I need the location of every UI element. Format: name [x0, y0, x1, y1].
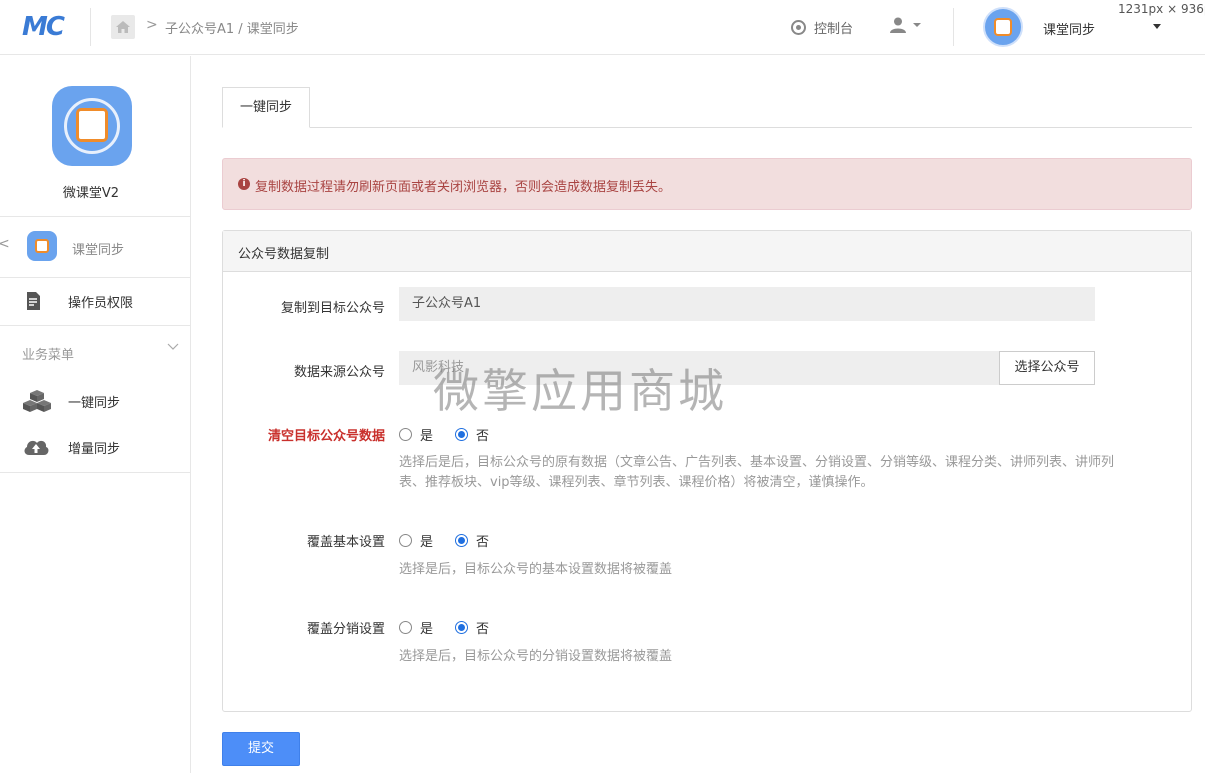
- source-field: 风影科技: [399, 351, 999, 385]
- sync-app-icon: [27, 231, 57, 261]
- dist-no-radio[interactable]: [455, 621, 469, 634]
- app-icon: [52, 86, 132, 166]
- basic-help-text: 选择是后，目标公众号的基本设置数据将被覆盖: [399, 562, 673, 577]
- chevron-left-icon[interactable]: <: [0, 236, 10, 252]
- divider: [0, 325, 191, 326]
- source-label: 数据来源公众号: [293, 365, 385, 380]
- info-circle-icon: i: [238, 178, 250, 190]
- radio-label-yes: 是: [420, 429, 434, 444]
- dist-label: 覆盖分销设置: [306, 622, 385, 637]
- divider: [0, 277, 191, 278]
- chevron-right-icon: >: [146, 17, 158, 33]
- radio-label-yes: 是: [420, 622, 434, 637]
- dashboard-icon: [791, 20, 806, 35]
- divider: [0, 216, 191, 217]
- dist-radio-group: 是 否: [399, 618, 489, 637]
- radio-label-no: 否: [476, 535, 490, 550]
- radio-label-yes: 是: [420, 535, 434, 550]
- dist-help-text: 选择是后，目标公众号的分销设置数据将被覆盖: [399, 649, 673, 664]
- clear-radio-group: 是 否: [399, 425, 489, 444]
- chevron-down-icon[interactable]: [166, 340, 180, 354]
- panel-title: 公众号数据复制: [238, 247, 330, 262]
- basic-no-radio[interactable]: [455, 534, 469, 547]
- clear-yes-radio[interactable]: [399, 428, 412, 441]
- radio-label-no: 否: [476, 429, 490, 444]
- radio-label-no: 否: [476, 622, 490, 637]
- cubes-icon: [23, 390, 51, 412]
- console-label: 控制台: [814, 22, 854, 37]
- document-edit-icon: [27, 292, 40, 310]
- sidebar-item-one-click-sync[interactable]: 一键同步: [0, 383, 191, 419]
- tab-divider: [222, 127, 1192, 128]
- copy-panel: 公众号数据复制 复制到目标公众号 子公众号A1 数据来源公众号 风影科技 选择公…: [222, 230, 1192, 712]
- divider: [90, 8, 91, 46]
- menu-section-title: 业务菜单: [22, 348, 75, 363]
- basic-label: 覆盖基本设置: [306, 535, 385, 550]
- basic-radio-group: 是 否: [399, 531, 489, 550]
- breadcrumb[interactable]: 子公众号A1 / 课堂同步: [165, 18, 299, 37]
- sidebar-item-label: 增量同步: [68, 442, 121, 457]
- sidebar: 微课堂V2 < 课堂同步 操作员权限 业务菜单 一键同步 增量同步: [0, 56, 191, 773]
- sidebar-item-current[interactable]: 课堂同步: [72, 239, 124, 258]
- sidebar-item-incremental-sync[interactable]: 增量同步: [0, 429, 191, 465]
- basic-yes-radio[interactable]: [399, 534, 412, 547]
- cloud-upload-icon: [24, 440, 49, 455]
- brand-logo[interactable]: MC: [22, 12, 65, 42]
- alert-text: 复制数据过程请勿刷新页面或者关闭浏览器，否则会造成数据复制丢失。: [255, 180, 672, 195]
- submit-button[interactable]: 提交: [222, 732, 300, 766]
- home-icon[interactable]: [111, 15, 135, 39]
- user-icon: [890, 17, 906, 33]
- target-label: 复制到目标公众号: [280, 301, 385, 316]
- target-field: 子公众号A1: [399, 287, 1095, 321]
- clear-no-radio[interactable]: [455, 428, 469, 441]
- top-bar: MC > 子公众号A1 / 课堂同步 控制台 课堂同步 1231px × 936…: [0, 0, 1205, 55]
- divider: [953, 8, 954, 46]
- tab-one-click-sync[interactable]: 一键同步: [222, 87, 310, 128]
- sidebar-item-permissions[interactable]: 操作员权限: [68, 292, 133, 311]
- caret-down-icon[interactable]: [1153, 24, 1161, 29]
- user-menu[interactable]: [889, 16, 921, 34]
- app-avatar[interactable]: [983, 7, 1023, 47]
- size-hint: 1231px × 936p: [1118, 2, 1205, 16]
- warning-alert: i 复制数据过程请勿刷新页面或者关闭浏览器，否则会造成数据复制丢失。: [222, 158, 1192, 210]
- console-link[interactable]: 控制台: [791, 18, 853, 37]
- clear-label: 清空目标公众号数据: [267, 429, 385, 444]
- current-app-name[interactable]: 课堂同步: [1043, 19, 1095, 38]
- panel-header: 公众号数据复制: [223, 231, 1191, 272]
- sidebar-app-name: 微课堂V2: [62, 186, 120, 201]
- clear-help-text: 选择后是后，目标公众号的原有数据（文章公告、广告列表、基本设置、分销设置、分销等…: [399, 455, 1115, 490]
- select-account-button[interactable]: 选择公众号: [999, 351, 1095, 385]
- divider: [0, 472, 191, 473]
- sidebar-item-label: 一键同步: [68, 396, 121, 411]
- dist-yes-radio[interactable]: [399, 621, 412, 634]
- caret-down-icon: [913, 23, 921, 27]
